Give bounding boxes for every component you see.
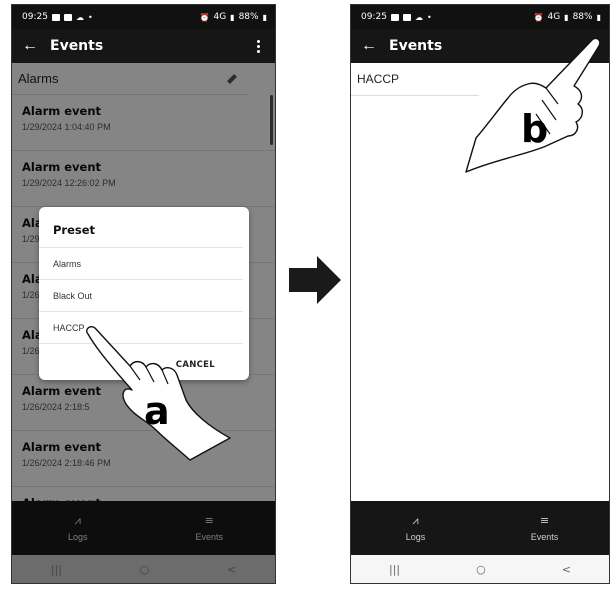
nav-logs[interactable]: ⩘ Logs — [351, 501, 480, 555]
signal-icon: ▮ — [230, 12, 235, 22]
back-arrow-icon[interactable]: ← — [361, 38, 389, 54]
battery-level: 88% — [572, 12, 593, 22]
nav-events-label: Events — [530, 531, 559, 542]
right-arrow-icon — [289, 256, 341, 304]
recents-button[interactable]: ||| — [51, 563, 62, 576]
preset-option-alarms[interactable]: Alarms — [39, 248, 243, 280]
nav-events[interactable]: ≡ Events — [480, 501, 609, 555]
gallery-icon — [51, 13, 60, 21]
trend-icon: ⩘ — [74, 513, 81, 527]
callout-b-label: b — [521, 107, 549, 151]
network-type: 4G — [213, 12, 227, 22]
status-time: 09:25 — [22, 12, 48, 22]
app-bar: ← Events — [12, 29, 275, 63]
recents-button[interactable]: ||| — [389, 563, 400, 576]
dialog-title: Preset — [39, 219, 243, 248]
signal-icon: ▮ — [564, 12, 569, 22]
status-bar: 09:25 ☁ • ⏰ 4G ▮ 88% ▮ — [12, 5, 275, 29]
back-button[interactable]: < — [562, 563, 571, 576]
nav-events-label: Events — [195, 531, 223, 542]
battery-level: 88% — [238, 12, 259, 22]
preset-label: HACCP — [357, 72, 400, 86]
phone-screen-a: 09:25 ☁ • ⏰ 4G ▮ 88% ▮ ← Events Alarms A… — [11, 4, 276, 584]
bottom-nav: ⩘ Logs ≡ Events — [12, 501, 275, 555]
preset-selector[interactable]: HACCP — [351, 63, 479, 96]
app-notification-icon — [63, 13, 72, 21]
back-arrow-icon[interactable]: ← — [22, 38, 50, 54]
list-icon: ≡ — [539, 513, 550, 527]
overflow-menu-icon[interactable] — [251, 39, 265, 53]
alarm-icon: ⏰ — [533, 12, 544, 22]
preset-option-black-out[interactable]: Black Out — [39, 280, 243, 312]
battery-icon: ▮ — [596, 12, 601, 22]
dot-icon: • — [87, 12, 93, 22]
list-icon: ≡ — [204, 513, 214, 527]
system-nav-bar: ||| ○ < — [351, 555, 609, 583]
app-notification-icon — [402, 13, 411, 21]
page-title: Events — [50, 38, 104, 54]
status-time: 09:25 — [361, 12, 387, 22]
system-nav-bar: ||| ○ < — [12, 555, 275, 583]
home-button[interactable]: ○ — [476, 563, 486, 576]
cloud-icon: ☁ — [414, 12, 423, 22]
back-button[interactable]: < — [227, 563, 236, 576]
nav-logs-label: Logs — [405, 531, 426, 542]
nav-logs-label: Logs — [67, 531, 88, 542]
home-button[interactable]: ○ — [140, 563, 150, 576]
status-bar: 09:25 ☁ • ⏰ 4G ▮ 88% ▮ — [351, 5, 609, 29]
nav-events[interactable]: ≡ Events — [144, 501, 276, 555]
battery-icon: ▮ — [262, 12, 267, 22]
trend-icon: ⩘ — [412, 513, 419, 527]
gallery-icon — [390, 13, 399, 21]
alarm-icon: ⏰ — [199, 12, 210, 22]
callout-a-label: a — [144, 389, 170, 433]
network-type: 4G — [547, 12, 561, 22]
bottom-nav: ⩘ Logs ≡ Events — [351, 501, 609, 555]
cloud-icon: ☁ — [75, 12, 84, 22]
dot-icon: • — [426, 12, 432, 22]
nav-logs[interactable]: ⩘ Logs — [12, 501, 144, 555]
